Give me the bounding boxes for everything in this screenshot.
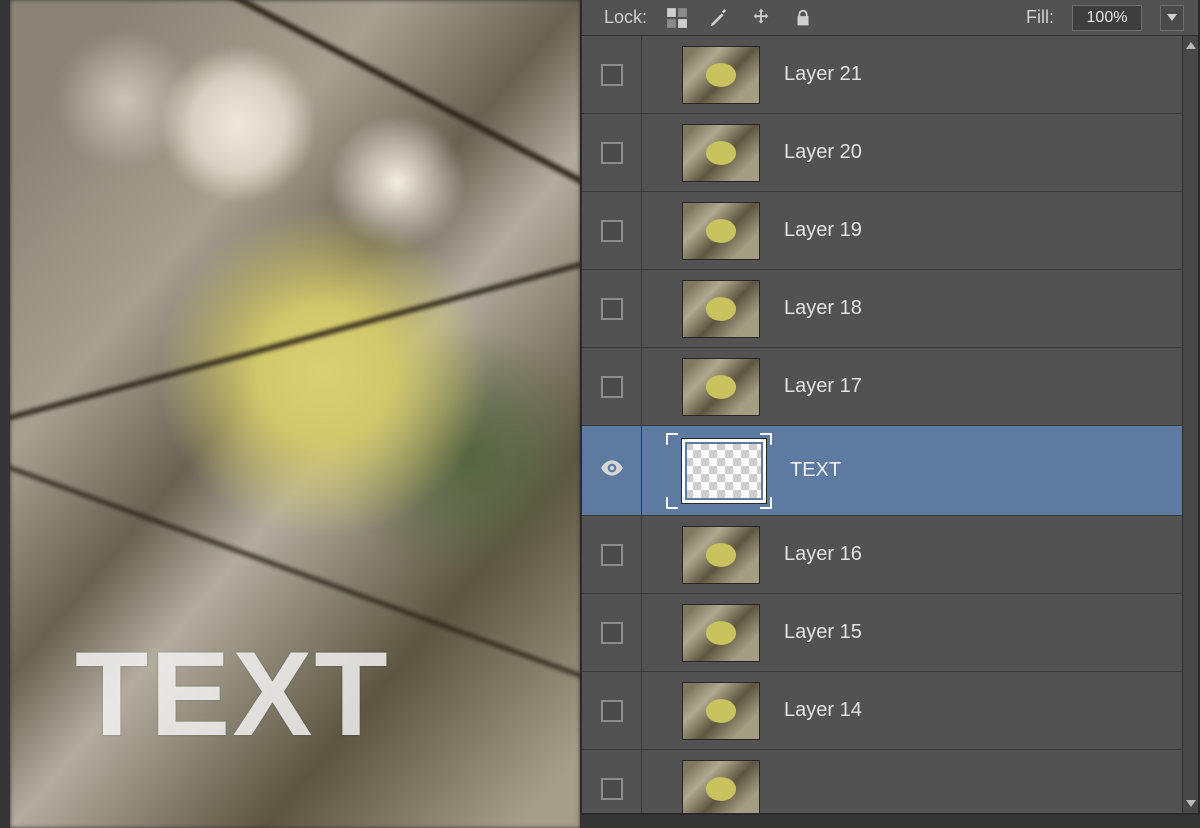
layer-row[interactable]: Layer 16 xyxy=(582,516,1198,594)
layer-thumbnail[interactable] xyxy=(672,526,760,584)
layer-visibility-toggle[interactable] xyxy=(582,270,642,347)
layer-thumbnail[interactable] xyxy=(672,280,760,338)
layer-name[interactable]: Layer 15 xyxy=(784,621,862,644)
layer-visibility-toggle[interactable] xyxy=(582,750,642,813)
canvas-text-overlay: TEXT xyxy=(75,625,390,763)
canvas-preview[interactable]: TEXT xyxy=(10,0,580,828)
photo-thumb xyxy=(682,358,760,416)
scroll-down-icon[interactable] xyxy=(1186,800,1196,807)
layer-thumbnail[interactable] xyxy=(672,358,760,416)
layer-name[interactable]: Layer 18 xyxy=(784,297,862,320)
visibility-checkbox[interactable] xyxy=(601,778,623,800)
fill-label: Fill: xyxy=(1026,7,1054,28)
visibility-checkbox[interactable] xyxy=(601,298,623,320)
selection-corner xyxy=(760,497,772,509)
photo-thumb xyxy=(682,202,760,260)
scroll-up-icon[interactable] xyxy=(1186,42,1196,49)
layer-visibility-toggle[interactable] xyxy=(582,426,642,515)
selection-corner xyxy=(666,433,678,445)
lock-move-icon[interactable] xyxy=(749,6,773,30)
lock-bar: Lock: Fill: xyxy=(582,0,1198,36)
layer-thumbnail[interactable] xyxy=(672,682,760,740)
layer-name[interactable]: Layer 19 xyxy=(784,219,862,242)
visibility-checkbox[interactable] xyxy=(601,376,623,398)
photo-thumb xyxy=(682,604,760,662)
layer-row[interactable]: TEXT xyxy=(582,426,1198,516)
layers-panel: Lock: Fill: Layer 21Layer 20Layer 19Laye… xyxy=(580,0,1200,815)
photo-thumb xyxy=(682,526,760,584)
layer-row[interactable] xyxy=(582,750,1198,813)
layer-visibility-toggle[interactable] xyxy=(582,516,642,593)
layer-name[interactable]: Layer 17 xyxy=(784,375,862,398)
visibility-checkbox[interactable] xyxy=(601,142,623,164)
layer-visibility-toggle[interactable] xyxy=(582,348,642,425)
chevron-down-icon xyxy=(1167,14,1177,21)
layer-row[interactable]: Layer 17 xyxy=(582,348,1198,426)
photo-thumb xyxy=(682,46,760,104)
layers-scrollbar[interactable] xyxy=(1182,36,1198,813)
layer-row[interactable]: Layer 21 xyxy=(582,36,1198,114)
layer-row[interactable]: Layer 18 xyxy=(582,270,1198,348)
fill-dropdown-button[interactable] xyxy=(1160,5,1184,31)
visibility-checkbox[interactable] xyxy=(601,700,623,722)
photo-thumb xyxy=(682,280,760,338)
layer-row[interactable]: Layer 19 xyxy=(582,192,1198,270)
layer-thumbnail[interactable] xyxy=(672,46,760,104)
layer-thumbnail[interactable] xyxy=(672,202,760,260)
layer-thumbnail[interactable] xyxy=(672,439,766,503)
layer-visibility-toggle[interactable] xyxy=(582,114,642,191)
layer-name[interactable]: Layer 14 xyxy=(784,699,862,722)
layer-row[interactable]: Layer 14 xyxy=(582,672,1198,750)
layer-name[interactable]: TEXT xyxy=(790,459,841,482)
visibility-checkbox[interactable] xyxy=(601,64,623,86)
layer-name[interactable]: Layer 20 xyxy=(784,141,862,164)
photo-thumb xyxy=(682,760,760,814)
lock-label: Lock: xyxy=(604,7,647,28)
photo-thumb xyxy=(682,682,760,740)
layer-visibility-toggle[interactable] xyxy=(582,594,642,671)
layer-visibility-toggle[interactable] xyxy=(582,192,642,269)
layer-row[interactable]: Layer 20 xyxy=(582,114,1198,192)
layer-name[interactable]: Layer 21 xyxy=(784,63,862,86)
layer-thumbnail[interactable] xyxy=(672,604,760,662)
photo-thumb xyxy=(682,124,760,182)
visibility-checkbox[interactable] xyxy=(601,544,623,566)
visibility-checkbox[interactable] xyxy=(601,220,623,242)
lock-all-icon[interactable] xyxy=(791,6,815,30)
transparent-thumb xyxy=(682,439,766,503)
layer-row[interactable]: Layer 15 xyxy=(582,594,1198,672)
layer-thumbnail[interactable] xyxy=(672,124,760,182)
visibility-checkbox[interactable] xyxy=(601,622,623,644)
lock-brush-icon[interactable] xyxy=(707,6,731,30)
layer-thumbnail[interactable] xyxy=(672,760,760,814)
selection-corner xyxy=(760,433,772,445)
layer-visibility-toggle[interactable] xyxy=(582,36,642,113)
layer-name[interactable]: Layer 16 xyxy=(784,543,862,566)
eye-icon xyxy=(599,455,625,486)
selection-corner xyxy=(666,497,678,509)
layer-visibility-toggle[interactable] xyxy=(582,672,642,749)
layers-list: Layer 21 Layer 20 Layer 19 Layer 18 Layer 17… xyxy=(582,36,1198,813)
lock-transparent-icon[interactable] xyxy=(665,6,689,30)
fill-input[interactable] xyxy=(1072,5,1142,31)
